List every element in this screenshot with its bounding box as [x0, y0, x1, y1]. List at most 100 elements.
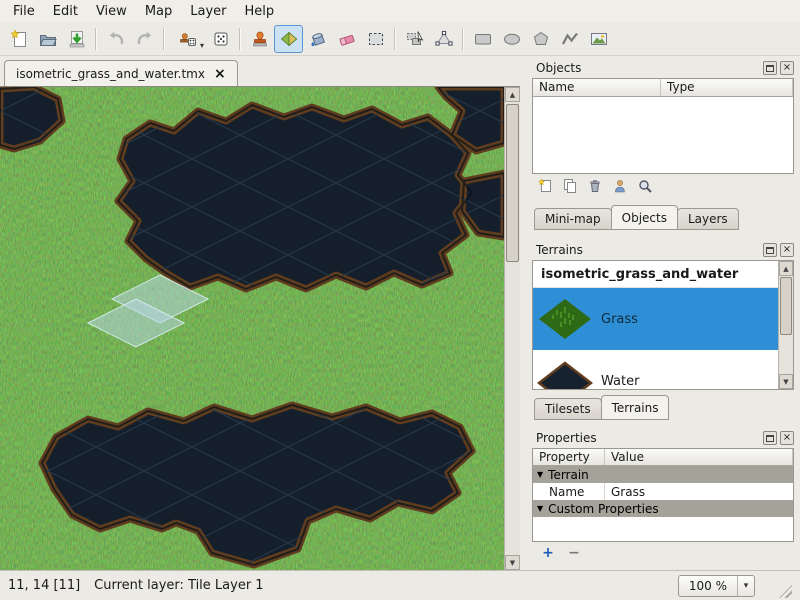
scroll-down-icon[interactable]: ▼: [505, 555, 520, 570]
properties-float-button[interactable]: [763, 431, 777, 445]
select-objects-button[interactable]: [400, 25, 429, 53]
tab-objects[interactable]: Objects: [611, 205, 678, 230]
insert-tile-icon: [589, 29, 609, 49]
objects-close-button[interactable]: ×: [780, 61, 794, 75]
terrain-row-water[interactable]: Water: [533, 350, 778, 390]
move-object-button[interactable]: [610, 176, 630, 196]
terrain-brush-button[interactable]: [274, 25, 303, 53]
collapse-icon[interactable]: ▼: [537, 470, 543, 479]
scroll-up-icon[interactable]: ▲: [505, 87, 520, 102]
collapse-icon[interactable]: ▼: [537, 504, 543, 513]
tab-terrains[interactable]: Terrains: [601, 395, 670, 420]
terrain-name: Water: [601, 374, 639, 389]
random-mode-button[interactable]: [206, 25, 235, 53]
document-tab-title: isometric_grass_and_water.tmx: [16, 67, 205, 81]
insert-polygon-button[interactable]: [526, 25, 555, 53]
insert-rectangle-button[interactable]: [468, 25, 497, 53]
property-row-name[interactable]: Name Grass: [533, 483, 793, 500]
terrains-close-button[interactable]: ×: [780, 243, 794, 257]
float-icon: [766, 65, 774, 72]
properties-column-value[interactable]: Value: [605, 449, 793, 465]
save-map-button[interactable]: [62, 25, 91, 53]
menu-view[interactable]: View: [87, 1, 136, 22]
add-property-button[interactable]: +: [538, 544, 558, 562]
redo-button[interactable]: [130, 25, 159, 53]
menu-edit[interactable]: Edit: [44, 1, 87, 22]
property-group-custom[interactable]: ▼ Custom Properties: [533, 500, 793, 517]
undo-button[interactable]: [101, 25, 130, 53]
status-bar: 11, 14 [11] Current layer: Tile Layer 1 …: [0, 570, 800, 600]
scrollbar-track[interactable]: [505, 102, 520, 555]
scroll-down-icon[interactable]: ▼: [779, 374, 793, 389]
objects-list[interactable]: [533, 97, 793, 173]
document-tab-bar: isometric_grass_and_water.tmx ×: [0, 56, 520, 86]
terrain-row-grass[interactable]: Grass: [533, 288, 778, 350]
map-vertical-scrollbar[interactable]: ▲ ▼: [504, 87, 520, 570]
zoom-combobox[interactable]: 100 % ▾: [678, 575, 755, 597]
new-object-button[interactable]: [535, 176, 555, 196]
eraser-button[interactable]: [332, 25, 361, 53]
objects-float-button[interactable]: [763, 61, 777, 75]
property-name: Name: [533, 483, 605, 500]
property-value[interactable]: Grass: [605, 485, 645, 499]
toolbar-separator: [95, 28, 97, 50]
new-map-button[interactable]: [4, 25, 33, 53]
float-icon: [766, 247, 774, 254]
duplicate-object-button[interactable]: [560, 176, 580, 196]
edit-polygons-icon: [434, 29, 454, 49]
insert-polyline-button[interactable]: [555, 25, 584, 53]
stamp-brush-icon: [250, 29, 270, 49]
scrollbar-track[interactable]: [779, 276, 793, 374]
open-map-button[interactable]: [33, 25, 62, 53]
terrains-float-button[interactable]: [763, 243, 777, 257]
tab-close-icon[interactable]: ×: [214, 68, 226, 80]
dock-splitter[interactable]: [520, 56, 528, 570]
menu-layer[interactable]: Layer: [181, 1, 235, 22]
remove-property-button[interactable]: −: [564, 544, 584, 562]
rectangular-select-button[interactable]: [361, 25, 390, 53]
object-properties-button[interactable]: [635, 176, 655, 196]
redo-icon: [135, 29, 155, 49]
toolbar-separator: [163, 28, 165, 50]
dice-icon: [211, 29, 231, 49]
objects-column-name[interactable]: Name: [533, 79, 661, 96]
group-label: Custom Properties: [548, 502, 658, 516]
objects-toolbar: [532, 174, 794, 198]
properties-panel: Property Value ▼ Terrain Name Grass ▼ Cu…: [532, 448, 794, 542]
trash-icon: [587, 178, 603, 194]
property-group-terrain[interactable]: ▼ Terrain: [533, 466, 793, 483]
menu-file[interactable]: File: [4, 1, 44, 22]
zoom-dropdown-icon[interactable]: ▾: [737, 576, 754, 596]
properties-column-property[interactable]: Property: [533, 449, 605, 465]
insert-tile-button[interactable]: [584, 25, 613, 53]
menu-bar: File Edit View Map Layer Help: [0, 0, 800, 22]
new-object-icon: [537, 178, 553, 194]
tab-mini-map[interactable]: Mini-map: [534, 208, 612, 230]
map-canvas[interactable]: [0, 87, 504, 570]
terrains-scrollbar[interactable]: ▲ ▼: [778, 261, 793, 389]
objects-dock-title: Objects: [536, 61, 581, 75]
stamp-brush-button[interactable]: [245, 25, 274, 53]
scroll-up-icon[interactable]: ▲: [779, 261, 793, 276]
insert-rectangle-icon: [473, 29, 493, 49]
scrollbar-thumb[interactable]: [506, 104, 519, 262]
person-icon: [612, 178, 628, 194]
menu-map[interactable]: Map: [136, 1, 181, 22]
properties-close-button[interactable]: ×: [780, 431, 794, 445]
objects-column-type[interactable]: Type: [661, 79, 793, 96]
undo-icon: [106, 29, 126, 49]
stamp-menu-button[interactable]: ▾: [169, 25, 206, 53]
menu-help[interactable]: Help: [236, 1, 284, 22]
tileset-tab-bar: Tilesets Terrains: [532, 394, 794, 420]
document-tab[interactable]: isometric_grass_and_water.tmx ×: [4, 60, 238, 86]
tab-tilesets[interactable]: Tilesets: [534, 398, 602, 420]
remove-object-button[interactable]: [585, 176, 605, 196]
resize-grip[interactable]: [779, 585, 792, 598]
insert-ellipse-button[interactable]: [497, 25, 526, 53]
insert-polyline-icon: [560, 29, 580, 49]
magnifier-icon: [637, 178, 653, 194]
edit-polygons-button[interactable]: [429, 25, 458, 53]
tab-layers[interactable]: Layers: [677, 208, 739, 230]
scrollbar-thumb[interactable]: [780, 277, 792, 335]
bucket-fill-button[interactable]: [303, 25, 332, 53]
